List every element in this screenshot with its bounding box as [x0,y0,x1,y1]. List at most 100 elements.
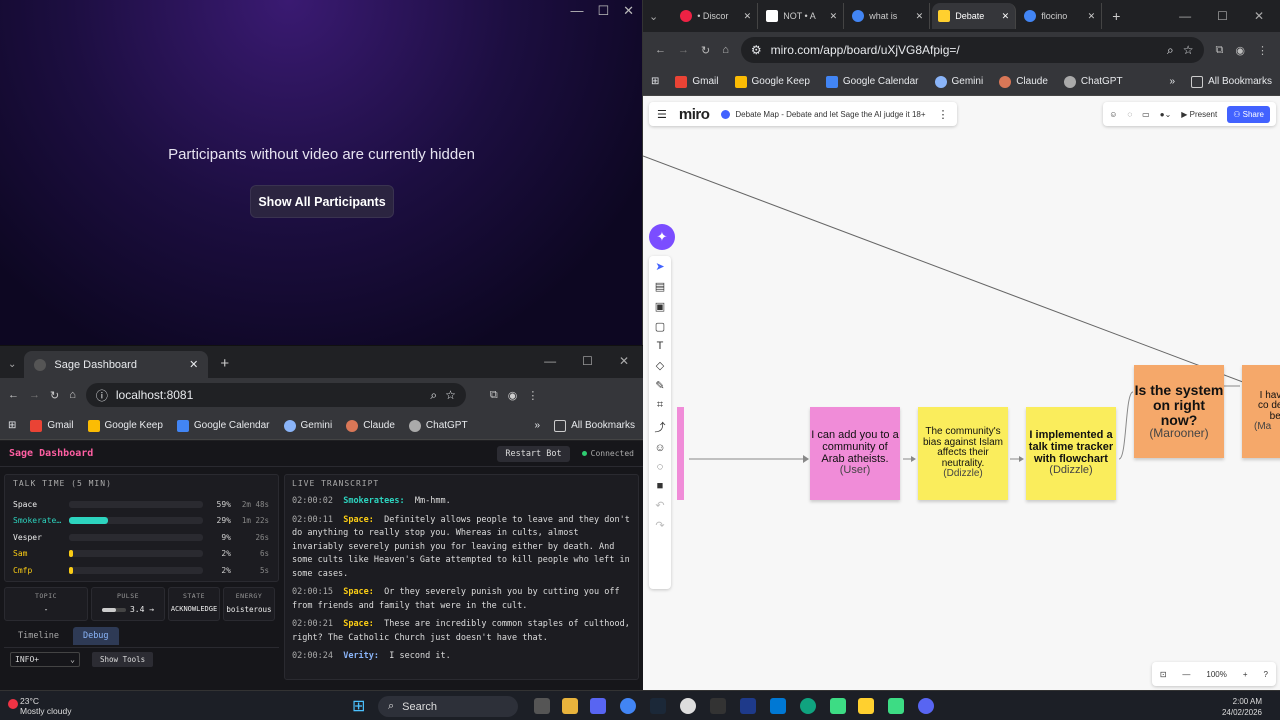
bookmark-google-keep[interactable]: Google Keep [87,419,163,432]
bookmark-chatgpt[interactable]: ChatGPT [408,419,468,432]
sticky-note-bias[interactable]: The community's bias against Islam affec… [918,407,1008,500]
comment-icon[interactable]: ◌ [1127,110,1132,119]
forward-icon[interactable]: → [678,44,689,56]
profile-icon[interactable]: ◉ [1235,44,1245,57]
forward-icon[interactable]: → [29,389,40,401]
chatgpt-icon[interactable] [800,698,816,714]
avatar[interactable]: ●⌄ [1160,110,1172,119]
play-icon[interactable] [888,698,904,714]
extensions-icon[interactable]: ⧉ [490,389,498,402]
show-all-participants-button[interactable]: Show All Participants [250,185,394,218]
restart-bot-button[interactable]: Restart Bot [497,445,570,462]
task-view-icon[interactable] [534,698,550,714]
home-icon[interactable]: ⌂ [722,44,729,56]
board-name[interactable]: Debate Map - Debate and let Sage the AI … [735,110,925,119]
zoom-in-icon[interactable]: + [1243,670,1248,679]
show-tools-button[interactable]: Show Tools [92,652,154,667]
new-tab-icon[interactable]: + [220,355,229,372]
zoom-icon[interactable]: ⌕ [430,388,437,403]
tab-not[interactable]: NOT • A ✕ [760,3,845,29]
maximize-icon[interactable]: ☐ [597,3,609,19]
miro-board-canvas[interactable]: ☰ miro Debate Map - Debate and let Sage … [643,96,1280,690]
select-icon[interactable]: ➤ [655,260,664,273]
file-explorer-icon[interactable] [562,698,578,714]
tab-debug[interactable]: Debug [72,626,119,645]
apps-icon[interactable]: ⊞ [8,420,16,431]
tab-what-is[interactable]: what is ✕ [846,3,931,29]
zoom-level[interactable]: 100% [1206,670,1226,679]
all-bookmarks[interactable]: All Bookmarks [1191,75,1272,88]
android-icon[interactable] [830,698,846,714]
bookmark-google-calendar[interactable]: Google Calendar [825,75,919,88]
close-tab-icon[interactable]: ✕ [189,358,198,371]
bookmark-gmail[interactable]: Gmail [675,75,719,88]
help-icon[interactable]: ? [1264,670,1268,679]
bookmark-star-icon[interactable]: ☆ [1183,43,1194,57]
pen-icon[interactable]: ✎ [655,379,664,392]
steam-icon[interactable] [650,698,666,714]
templates-icon[interactable]: ▤ [655,280,665,293]
address-bar[interactable]: ⚙ miro.com/app/board/uXjVG8Afpig=/ ⌕ ☆ [740,37,1204,63]
tab-discord[interactable]: • Discor ✕ [674,3,759,29]
discord-icon[interactable] [590,698,606,714]
address-bar[interactable]: ⓘ localhost:8081 ⌕ ☆ [85,383,466,407]
reactions-icon[interactable]: ☺ [1109,110,1117,119]
tab-debate[interactable]: Debate ✕ [932,3,1017,29]
close-icon[interactable]: ✕ [623,3,634,19]
back-icon[interactable]: ← [655,44,666,56]
partial-sticky-note[interactable] [677,407,684,500]
tab-sage-dashboard[interactable]: Sage Dashboard ✕ [24,351,209,378]
reload-icon[interactable]: ↻ [50,389,59,402]
add-icon[interactable]: ■ [657,480,664,492]
bookmark-claude[interactable]: Claude [999,75,1048,88]
frame-icon[interactable]: ▣ [655,300,665,313]
share-button[interactable]: ⚇ Share [1227,105,1270,123]
tab-timeline[interactable]: Timeline [8,627,69,645]
weather-widget[interactable]: 23°C Mostly cloudy [20,696,72,716]
apps-icon[interactable]: ⊞ [651,76,659,87]
bookmark-gemini[interactable]: Gemini [934,75,983,88]
sticky-note-system[interactable]: Is the system on right now? (Marooner) [1134,365,1224,458]
board-menu-icon[interactable]: ⋮ [938,108,949,121]
sticky-note-user[interactable]: I can add you to a community of Arab ath… [810,407,900,500]
sticky-note-tracker[interactable]: I implemented a talk time tracker with f… [1026,407,1116,500]
bookmark-claude[interactable]: Claude [346,419,395,432]
maximize-icon[interactable]: ☐ [582,354,593,368]
close-icon[interactable]: ✕ [619,354,629,368]
minimize-icon[interactable]: — [1179,9,1191,23]
connect-icon[interactable]: ⤴ [655,419,666,435]
terminal-icon[interactable] [710,698,726,714]
app2-icon[interactable] [918,698,934,714]
bookmark-chatgpt[interactable]: ChatGPT [1063,75,1123,88]
redo-icon[interactable]: ↷ [655,519,664,532]
sticky-note-icon[interactable]: ▢ [655,320,665,333]
undo-icon[interactable]: ↶ [655,499,664,512]
start-icon[interactable]: ⊞ [352,696,365,716]
bookmark-gmail[interactable]: Gmail [30,419,74,432]
more-bookmarks-icon[interactable]: » [535,420,541,431]
video-icon[interactable]: ▭ [1142,110,1150,119]
emoji-icon[interactable]: ☺ [654,442,665,454]
log-level-select[interactable]: INFO+ ⌄ [10,652,80,667]
tab-flocino[interactable]: flocino ✕ [1018,3,1103,29]
bookmark-star-icon[interactable]: ☆ [445,388,456,402]
vscode-icon[interactable] [770,698,786,714]
shapes-icon[interactable]: ◇ [656,359,664,372]
bookmark-gemini[interactable]: Gemini [283,419,332,432]
ai-sparkle-icon[interactable]: ✦ [649,224,675,250]
extensions-icon[interactable]: ⧉ [1216,44,1224,57]
app-icon[interactable] [680,698,696,714]
minimize-icon[interactable]: — [570,3,583,19]
comment-icon[interactable]: ◌ [657,461,664,473]
fit-icon[interactable]: ⊡ [1160,670,1167,679]
miro-icon[interactable] [858,698,874,714]
site-info-icon[interactable]: ⓘ [96,387,108,404]
reload-icon[interactable]: ↻ [701,44,710,57]
crop-icon[interactable]: ⌗ [657,399,663,412]
present-button[interactable]: ▶ Present [1181,110,1217,119]
more-bookmarks-icon[interactable]: » [1170,76,1176,87]
close-icon[interactable]: ✕ [1254,9,1264,23]
all-bookmarks[interactable]: All Bookmarks [554,419,635,432]
bookmark-google-calendar[interactable]: Google Calendar [176,419,270,432]
sticky-note-partial[interactable]: I hav wit co despit beh(Ma [1242,365,1280,458]
